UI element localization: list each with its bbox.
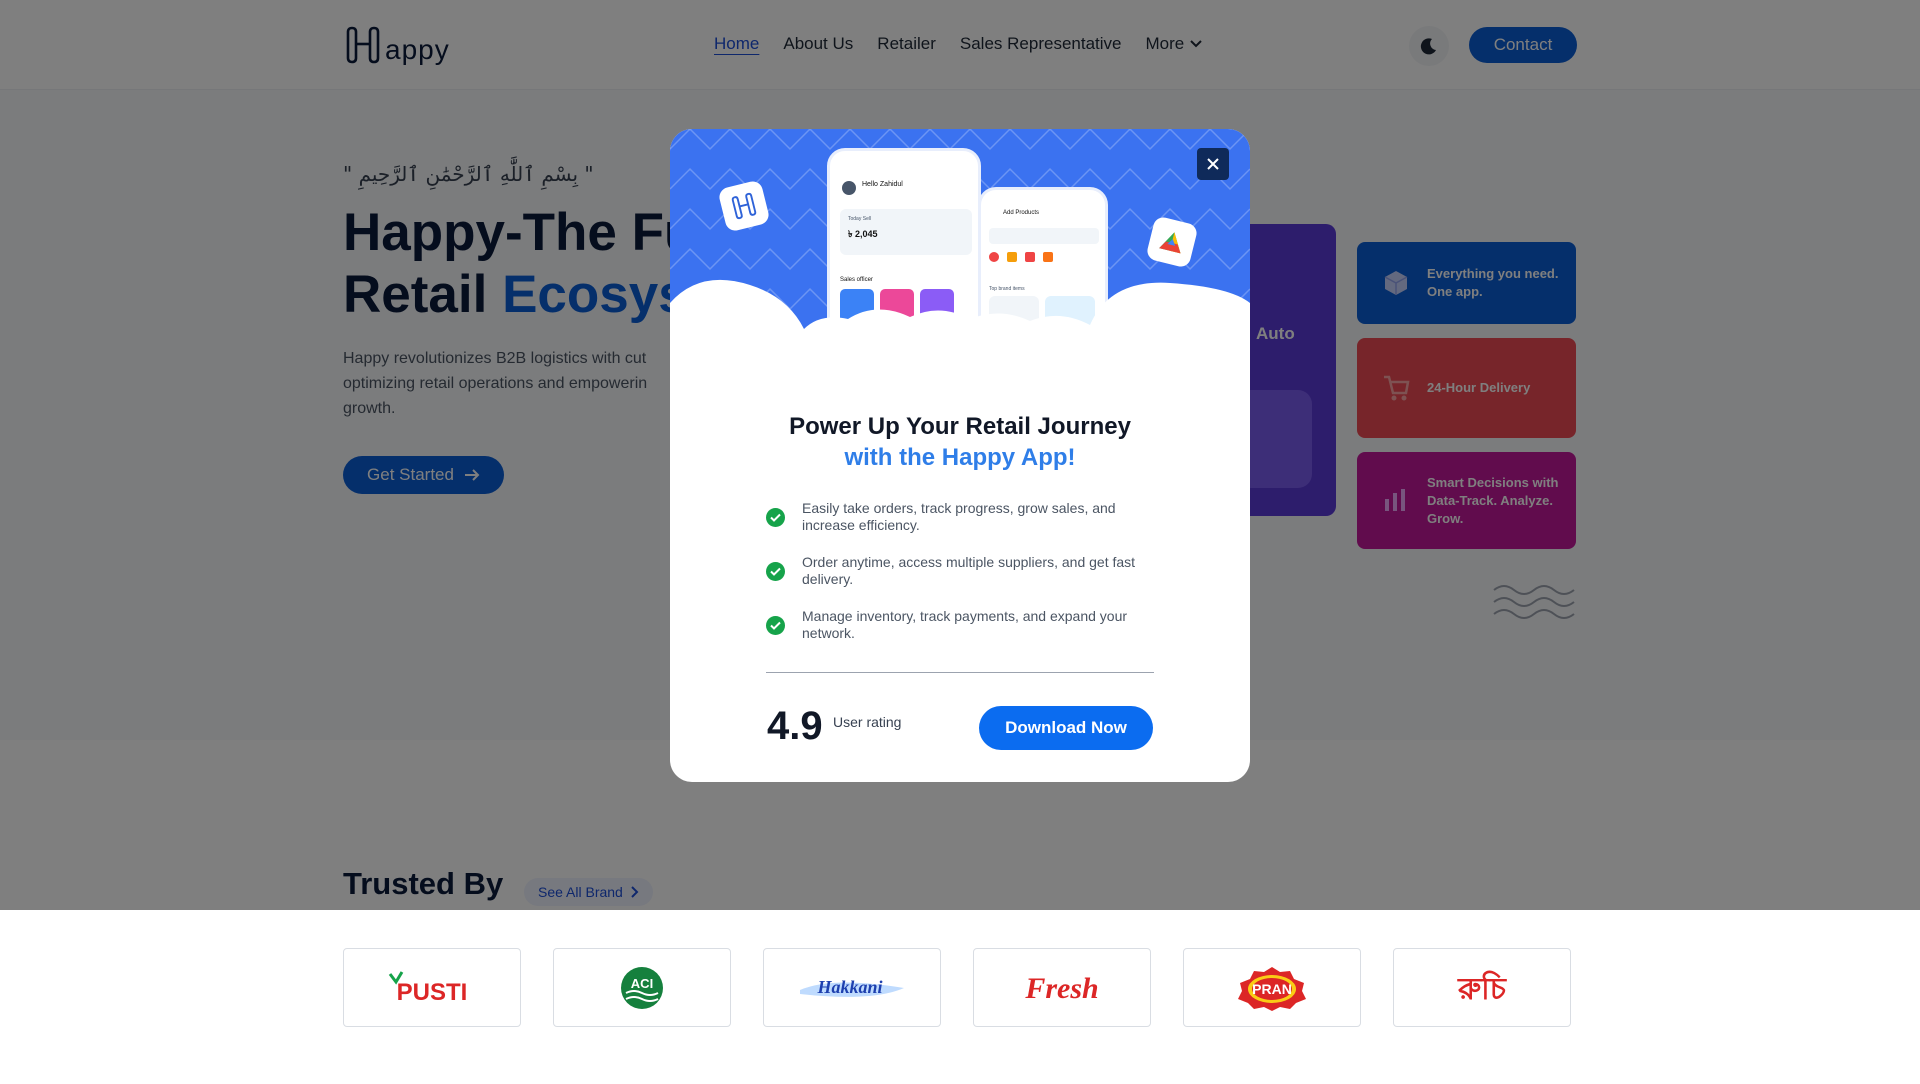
brand-card-pusti[interactable]: PUSTI: [343, 948, 521, 1027]
pran-logo: PRAN: [1238, 966, 1306, 1011]
feature-item: Manage inventory, track payments, and ex…: [766, 608, 1166, 642]
cloud-shape: [670, 279, 1250, 379]
brand-card-pran[interactable]: PRAN: [1183, 948, 1361, 1027]
modal-title: Power Up Your Retail Journey: [789, 413, 1131, 440]
download-now-button[interactable]: Download Now: [979, 706, 1153, 750]
feature-item: Order anytime, access multiple suppliers…: [766, 554, 1166, 588]
brand-card-fresh[interactable]: Fresh: [973, 948, 1151, 1027]
close-modal-button[interactable]: [1197, 148, 1229, 180]
brand-name: PUSTI: [397, 979, 468, 1006]
brand-name: Hakkani: [816, 977, 882, 997]
aci-logo: ACI: [621, 966, 663, 1009]
app-promo-modal: Hello Zahidul Today Sell ৳ 2,045 Sales o…: [670, 129, 1250, 782]
close-icon: [1207, 158, 1219, 170]
phone-greeting: Hello Zahidul: [862, 181, 903, 188]
feature-text: Manage inventory, track payments, and ex…: [802, 608, 1128, 641]
phone-amount: ৳ 2,045: [848, 229, 878, 239]
google-play-icon: [1159, 232, 1181, 254]
fresh-logo: Fresh: [1024, 972, 1098, 1005]
phone2-header: Add Products: [1003, 210, 1040, 216]
brand-name: ACI: [631, 976, 653, 991]
modal-subtitle: with the Happy App!: [844, 444, 1076, 471]
modal-hero-banner: Hello Zahidul Today Sell ৳ 2,045 Sales o…: [670, 129, 1250, 379]
feature-item: Easily take orders, track progress, grow…: [766, 500, 1166, 534]
brand-card-aci[interactable]: ACI: [553, 948, 731, 1027]
brand-name: রুচি: [1457, 970, 1508, 1007]
brand-name: PRAN: [1252, 981, 1292, 997]
avatar: [842, 181, 856, 195]
brand-logos: PUSTI ACI Hakkani Fresh PRAN রুচি: [343, 948, 1571, 1027]
rating-value: 4.9: [767, 704, 823, 748]
feature-text: Easily take orders, track progress, grow…: [802, 500, 1116, 533]
check-circle-icon: [766, 562, 785, 581]
phone2-chip: [1043, 252, 1053, 262]
brand-name: Fresh: [1024, 972, 1098, 1005]
phone2-chip: [989, 252, 999, 262]
feature-text: Order anytime, access multiple suppliers…: [802, 554, 1136, 587]
phone2-row: [989, 228, 1099, 244]
check-circle-icon: [766, 508, 785, 527]
brand-card-ruchi[interactable]: রুচি: [1393, 948, 1571, 1027]
check-circle-icon: [766, 616, 785, 635]
feature-list: Easily take orders, track progress, grow…: [766, 500, 1166, 662]
phone2-chip: [1007, 252, 1017, 262]
modal-divider: [766, 672, 1154, 673]
brand-card-hakkani[interactable]: Hakkani: [763, 948, 941, 1027]
hakkani-logo: Hakkani: [800, 977, 904, 997]
phone2-chip: [1025, 252, 1035, 262]
phone-amount-label: Today Sell: [848, 216, 872, 222]
rating-label: User rating: [833, 714, 902, 730]
pusti-logo: PUSTI: [388, 970, 468, 1006]
happy-logo-icon: [731, 192, 757, 220]
ruchi-logo: রুচি: [1457, 970, 1508, 1007]
